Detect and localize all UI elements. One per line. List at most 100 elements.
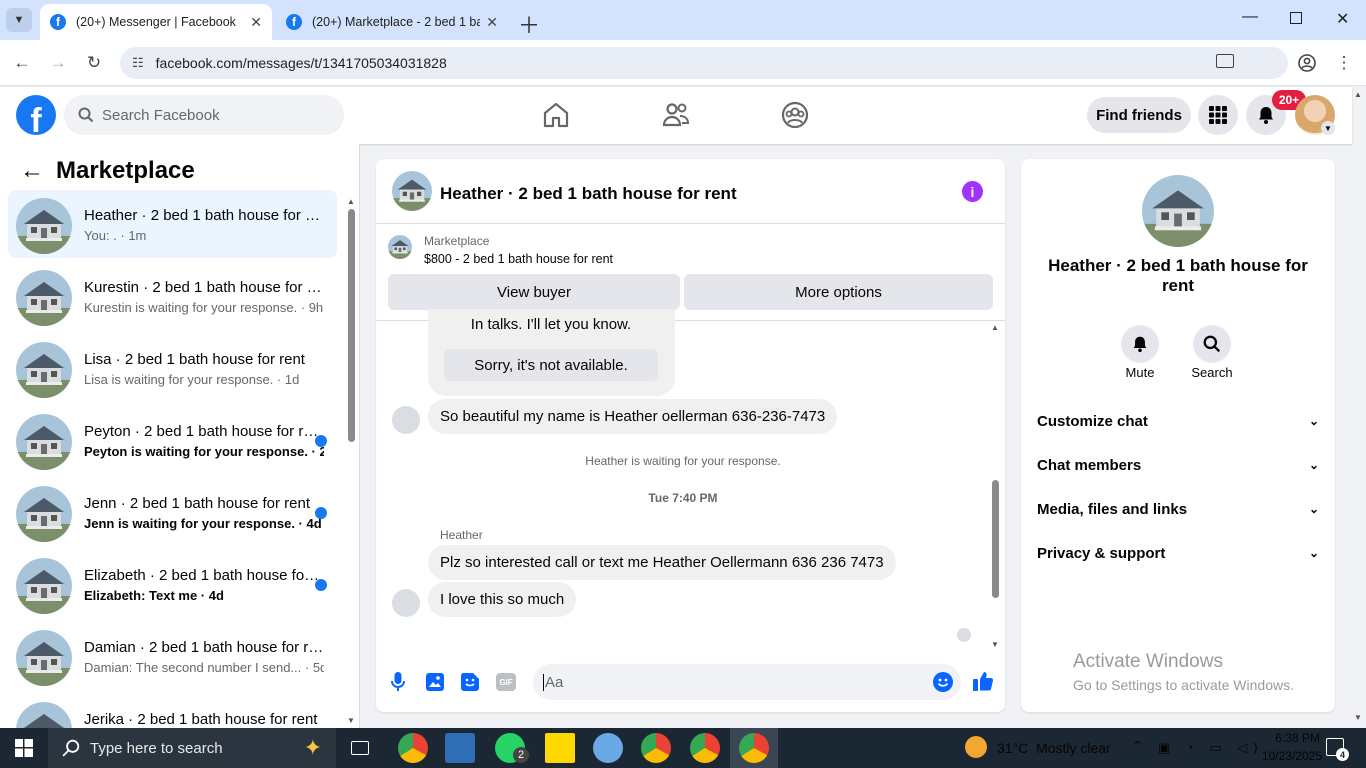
weather-text[interactable]: 31°C Mostly clear [997, 740, 1111, 756]
clock-date[interactable]: 10/23/2025 [1252, 749, 1322, 763]
close-tab-icon[interactable]: ✕ [486, 14, 498, 31]
sender-avatar[interactable] [392, 406, 420, 434]
friends-icon[interactable] [660, 99, 692, 131]
mute-label: Mute [1125, 365, 1155, 380]
section-privacy-support[interactable]: Privacy & support ⌄ [1037, 541, 1319, 565]
quick-reply-in-talks[interactable]: In talks. I'll let you know. [444, 316, 658, 334]
tab-search-button[interactable]: ▼ [6, 8, 32, 32]
menu-grid-button[interactable] [1198, 95, 1238, 135]
facebook-logo[interactable]: f [16, 95, 56, 135]
chrome-app-icon[interactable] [398, 733, 428, 763]
conversation-item[interactable]: Elizabeth · 2 bed 1 bath house for rent E… [8, 550, 337, 618]
back-arrow-icon[interactable]: ← [20, 157, 44, 185]
weather-icon[interactable] [965, 736, 987, 758]
search-button[interactable] [1193, 325, 1231, 363]
scroll-up-icon[interactable]: ▲ [991, 323, 999, 332]
find-friends-button[interactable]: Find friends [1087, 97, 1191, 133]
back-icon[interactable]: ← [9, 50, 35, 76]
facebook-search-input[interactable]: Search Facebook [64, 95, 344, 135]
conversation-item[interactable]: Peyton · 2 bed 1 bath house for rent Peyt… [8, 406, 337, 474]
tab-marketplace[interactable]: f (20+) Marketplace - 2 bed 1 bath ✕ [276, 4, 508, 40]
message-bubble[interactable]: Plz so interested call or text me Heathe… [428, 545, 896, 580]
message-input[interactable]: Aa [533, 664, 961, 700]
windows-start-icon[interactable] [15, 739, 33, 757]
sender-avatar[interactable] [392, 589, 420, 617]
chrome-profile-icon[interactable] [641, 733, 671, 763]
section-chat-members[interactable]: Chat members ⌄ [1037, 453, 1319, 477]
taskbar-search-box[interactable]: Type here to search ✦ [48, 728, 336, 768]
photo-icon[interactable] [425, 672, 445, 692]
page-scroll-up-icon[interactable]: ▲ [1354, 90, 1362, 99]
conversation-snippet: Elizabeth: Text me · 4d [84, 588, 224, 603]
menu-kebab-icon[interactable]: ⋮ [1331, 50, 1357, 76]
listing-thumbnail [16, 198, 72, 254]
scroll-down-icon[interactable]: ▼ [991, 640, 999, 649]
page-scroll-down-icon[interactable]: ▼ [1354, 713, 1362, 722]
conversation-name: Peyton · 2 bed 1 bath house for rent [84, 423, 324, 440]
task-view-icon[interactable] [351, 741, 369, 755]
panel-title: Marketplace [56, 157, 195, 184]
conversation-item[interactable]: Lisa · 2 bed 1 bath house for rent Lisa i… [8, 334, 337, 402]
chat-scrollbar[interactable]: ▲ ▼ [990, 323, 1000, 649]
house-image [16, 270, 72, 326]
tray-icons[interactable]: ▣ ◔ ▭ ◁) [1158, 740, 1264, 756]
new-tab-button[interactable]: ＋ [518, 8, 540, 40]
section-customize-chat[interactable]: Customize chat ⌄ [1037, 409, 1319, 433]
details-avatar[interactable] [1142, 175, 1214, 247]
conversation-item[interactable]: Kurestin · 2 bed 1 bath house for rent Ku… [8, 262, 337, 330]
scroll-up-icon[interactable]: ▲ [347, 197, 355, 206]
network-app-icon[interactable] [445, 733, 475, 763]
view-buyer-button[interactable]: View buyer [388, 274, 680, 310]
restore-button[interactable] [1290, 12, 1302, 24]
section-label: Privacy & support [1037, 544, 1166, 562]
section-media-files-links[interactable]: Media, files and links ⌄ [1037, 497, 1319, 521]
profile-icon[interactable] [1294, 50, 1320, 76]
thumbs-up-icon[interactable] [972, 670, 994, 692]
home-icon[interactable] [540, 99, 572, 131]
listing-title[interactable]: $800 - 2 bed 1 bath house for rent [424, 252, 613, 266]
chat-title[interactable]: Heather · 2 bed 1 bath house for rent [440, 184, 737, 204]
tab-messenger[interactable]: f (20+) Messenger | Facebook ✕ [40, 4, 272, 40]
sticker-icon[interactable] [460, 672, 480, 692]
paint-app-icon[interactable] [593, 733, 623, 763]
search-icon [62, 739, 80, 757]
scroll-thumb[interactable] [992, 480, 999, 598]
close-window-button[interactable]: ✕ [1336, 9, 1349, 29]
scrollbar[interactable]: ▲ ▼ [347, 197, 355, 725]
site-info-icon[interactable]: ☷ [132, 55, 144, 71]
close-tab-icon[interactable]: ✕ [250, 14, 262, 31]
mute-button[interactable] [1121, 325, 1159, 363]
message-bubble[interactable]: So beautiful my name is Heather oellerma… [428, 399, 838, 434]
conversation-item[interactable]: Heather · 2 bed 1 bath house for rent You… [8, 190, 337, 258]
conversation-item[interactable]: Jerika · 2 bed 1 bath house for rent [8, 694, 337, 728]
scroll-down-icon[interactable]: ▼ [347, 716, 355, 725]
quick-reply-not-available[interactable]: Sorry, it's not available. [444, 349, 658, 381]
groups-icon[interactable] [779, 99, 811, 131]
conversation-item[interactable]: Damian · 2 bed 1 bath house for rent Dami… [8, 622, 337, 690]
gif-icon[interactable]: GIF [496, 673, 516, 691]
info-icon[interactable]: i [962, 181, 983, 202]
install-app-icon[interactable] [1216, 54, 1234, 68]
more-options-button[interactable]: More options [684, 274, 993, 310]
conversation-name: Elizabeth · 2 bed 1 bath house for rent [84, 567, 324, 584]
conversation-name: Jerika · 2 bed 1 bath house for rent [84, 711, 318, 728]
account-chevron-icon[interactable]: ▼ [1321, 121, 1335, 135]
minimize-button[interactable]: — [1242, 8, 1258, 26]
scroll-thumb[interactable] [348, 209, 355, 442]
microphone-icon[interactable] [390, 671, 406, 693]
emoji-icon[interactable] [933, 672, 953, 692]
listing-thumbnail[interactable] [388, 235, 412, 259]
conversation-item[interactable]: Jenn · 2 bed 1 bath house for rent Jenn i… [8, 478, 337, 546]
tray-chevron-icon[interactable]: ⌃ [1132, 738, 1144, 755]
message-bubble[interactable]: I love this so much [428, 582, 577, 617]
details-panel: Heather · 2 bed 1 bath house for rent Mu… [1021, 159, 1335, 712]
chrome-active-icon[interactable] [739, 733, 769, 763]
forward-icon[interactable]: → [45, 50, 71, 76]
reload-icon[interactable]: ↻ [81, 50, 107, 76]
chat-avatar[interactable] [392, 171, 432, 211]
clock-time[interactable]: 6:38 PM [1262, 731, 1320, 745]
sticky-notes-icon[interactable] [545, 733, 575, 763]
address-bar[interactable]: ☷ facebook.com/messages/t/13417050340318… [120, 47, 1288, 79]
chrome-profile-icon[interactable] [690, 733, 720, 763]
listing-thumbnail [16, 702, 72, 728]
